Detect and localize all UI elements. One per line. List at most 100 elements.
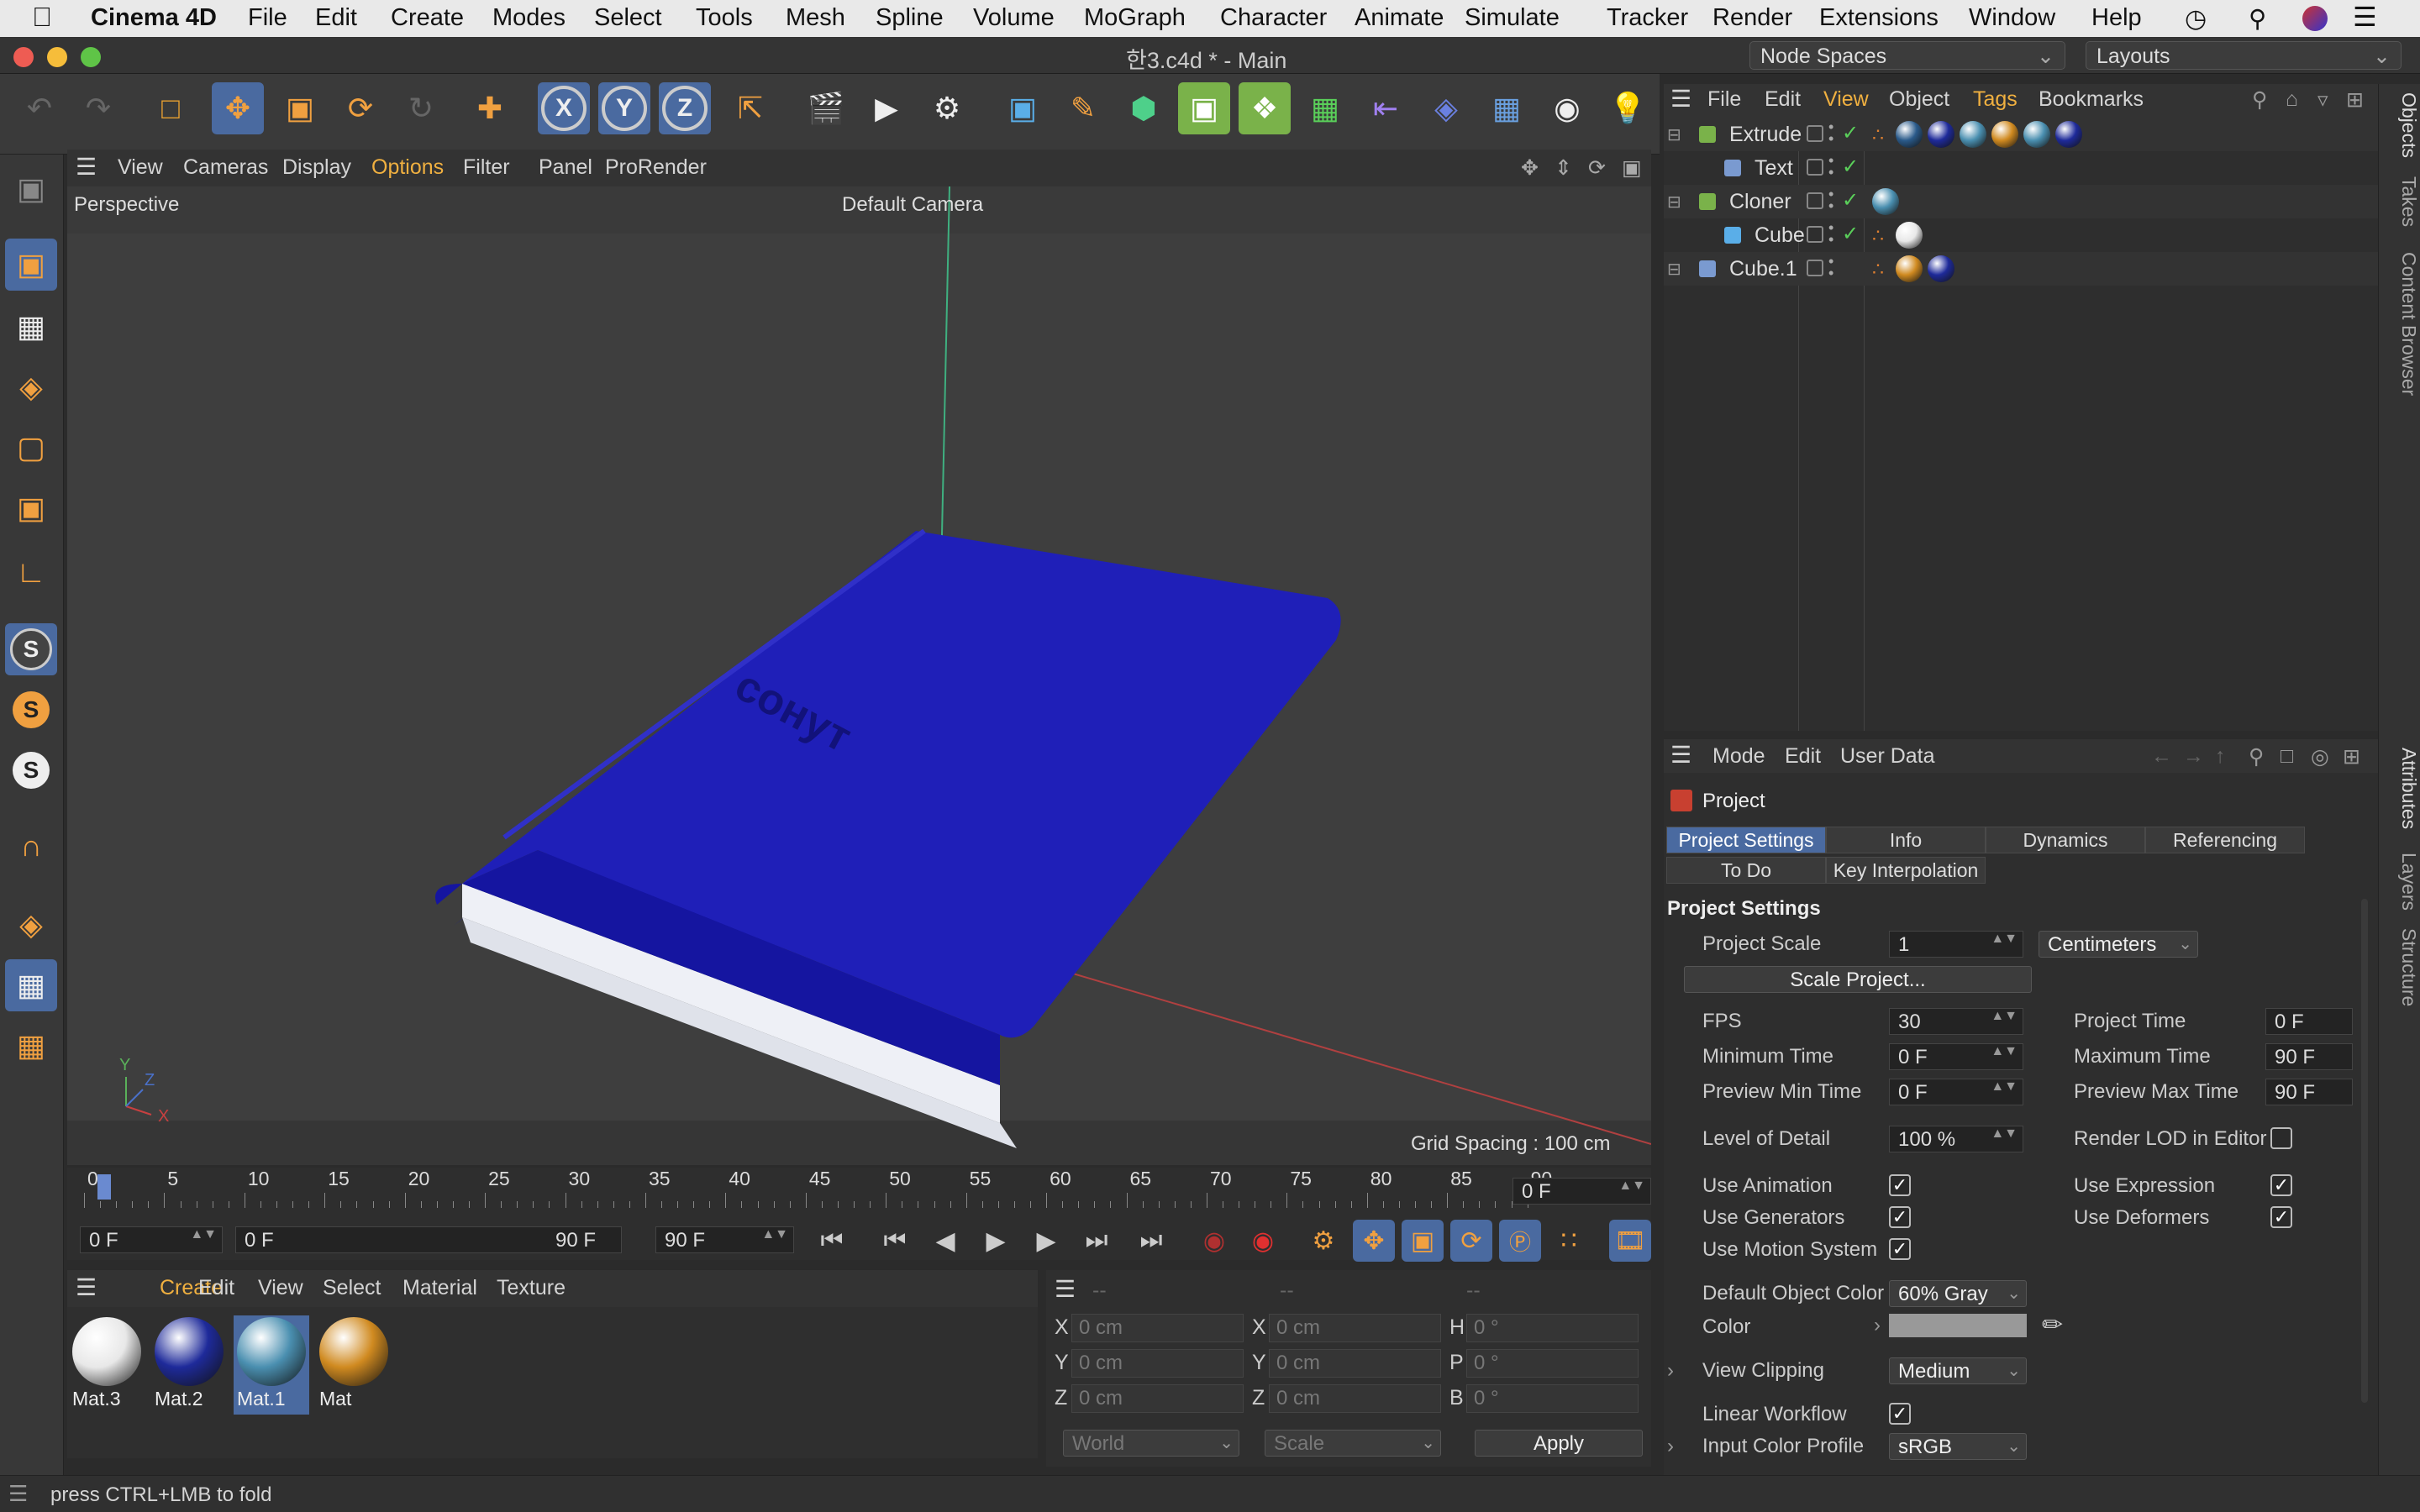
- material-tag-icon[interactable]: [1928, 121, 1954, 148]
- material-tag-icon[interactable]: [1896, 222, 1923, 249]
- light-icon[interactable]: 💡: [1602, 82, 1654, 134]
- new-window-icon[interactable]: ⊞: [2346, 87, 2364, 113]
- visibility-dots-icon[interactable]: • •: [1828, 119, 1833, 146]
- camera-label[interactable]: Default Camera: [842, 193, 983, 217]
- tab-layers[interactable]: Layers: [2381, 853, 2420, 911]
- redo-icon[interactable]: ↷: [72, 82, 124, 134]
- attr-menu-mode[interactable]: Mode: [1712, 744, 1765, 769]
- chevron-right-icon[interactable]: ›: [1874, 1314, 1881, 1337]
- menu-tools[interactable]: Tools: [696, 4, 753, 32]
- menu-select[interactable]: Select: [594, 4, 662, 32]
- edit-mode-icon[interactable]: [1807, 125, 1823, 142]
- tab-referencing[interactable]: Referencing: [2145, 827, 2305, 853]
- viewport-menu-filter[interactable]: Filter: [463, 155, 510, 180]
- next-frame-icon[interactable]: ▶: [1025, 1220, 1067, 1262]
- menu-character[interactable]: Character: [1220, 4, 1327, 32]
- menu-animate[interactable]: Animate: [1355, 4, 1444, 32]
- use-generators-checkbox[interactable]: ✓: [1889, 1206, 1911, 1228]
- points-mode-icon[interactable]: ◈: [5, 361, 57, 413]
- enabled-check-icon[interactable]: ✓: [1842, 121, 1859, 145]
- use-expression-checkbox[interactable]: ✓: [2270, 1174, 2292, 1196]
- material-tag-icon[interactable]: [1960, 121, 1986, 148]
- tab-project-settings[interactable]: Project Settings: [1666, 827, 1826, 853]
- autokey-icon[interactable]: ◉: [1242, 1220, 1284, 1262]
- material-menu-material[interactable]: Material: [402, 1276, 477, 1300]
- hamburger-icon[interactable]: ☰: [76, 1273, 97, 1301]
- material-thumbnail[interactable]: Mat.1: [234, 1315, 309, 1415]
- coord-value-field[interactable]: 0 cm: [1269, 1384, 1441, 1413]
- forward-icon[interactable]: →: [2183, 744, 2204, 769]
- edges-mode-icon[interactable]: ▢: [5, 422, 57, 474]
- viewport-menu-panel[interactable]: Panel: [539, 155, 592, 180]
- project-scale-field[interactable]: 1 ▲▼: [1889, 931, 2023, 958]
- material-tag-icon[interactable]: [2055, 121, 2082, 148]
- use-deformers-checkbox[interactable]: ✓: [2270, 1206, 2292, 1228]
- generator-icon[interactable]: ▣: [1178, 82, 1230, 134]
- color-swatch[interactable]: [1889, 1314, 2027, 1337]
- viewport-menu-options[interactable]: Options: [371, 155, 444, 180]
- material-tag-icon[interactable]: [1928, 255, 1954, 282]
- start-frame-field[interactable]: 0 F ▲▼: [80, 1226, 223, 1253]
- goto-end-icon[interactable]: ⏭: [1130, 1220, 1172, 1262]
- layouts-dropdown[interactable]: Layouts ⌄: [2086, 41, 2402, 70]
- menu-file[interactable]: File: [248, 4, 287, 32]
- render-settings-icon[interactable]: ⚙: [921, 82, 973, 134]
- key-parameter-icon[interactable]: Ⓟ: [1499, 1220, 1541, 1262]
- use-animation-checkbox[interactable]: ✓: [1889, 1174, 1911, 1196]
- object-name[interactable]: Cube.1: [1729, 257, 1797, 281]
- menu-simulate[interactable]: Simulate: [1465, 4, 1560, 32]
- hamburger-icon[interactable]: ☰: [76, 153, 97, 181]
- subdivision-icon[interactable]: ⬢: [1118, 82, 1170, 134]
- toggle-view-icon[interactable]: ▣: [1622, 155, 1642, 181]
- fold-icon[interactable]: ⊟: [1667, 124, 1681, 145]
- object-menu-bookmarks[interactable]: Bookmarks: [2039, 87, 2144, 112]
- snap-icon[interactable]: S: [5, 623, 57, 675]
- snap-settings-icon[interactable]: S: [5, 684, 57, 736]
- preview-min-field[interactable]: 0 F ▲▼: [1889, 1079, 2023, 1105]
- live-selection-icon[interactable]: □: [145, 82, 197, 134]
- move-tool-icon[interactable]: ✥: [212, 82, 264, 134]
- menu-window[interactable]: Window: [1969, 4, 2055, 32]
- fold-icon[interactable]: ⊟: [1667, 192, 1681, 213]
- search-icon[interactable]: ⚲: [2252, 87, 2267, 113]
- material-menu-select[interactable]: Select: [323, 1276, 381, 1300]
- magnet-icon[interactable]: ∩: [5, 820, 57, 872]
- scale-tool-icon[interactable]: ▣: [274, 82, 326, 134]
- object-row[interactable]: Text • • ✓: [1664, 151, 2378, 185]
- render-picture-viewer-icon[interactable]: ▶: [860, 82, 913, 134]
- coord-value-field[interactable]: 0 °: [1466, 1384, 1639, 1413]
- rotate-view-icon[interactable]: ⟳: [1588, 155, 1606, 181]
- hamburger-icon[interactable]: ☰: [8, 1481, 28, 1507]
- zoom-window-button[interactable]: [81, 47, 101, 67]
- view-clipping-dropdown[interactable]: Medium ⌄: [1889, 1357, 2027, 1384]
- material-thumbnail[interactable]: Mat: [316, 1315, 392, 1415]
- menu-tracker[interactable]: Tracker: [1607, 4, 1688, 32]
- object-name[interactable]: Cloner: [1729, 190, 1791, 214]
- control-center-icon[interactable]: ☰: [2353, 1, 2377, 33]
- material-menu-view[interactable]: View: [258, 1276, 303, 1300]
- coord-value-field[interactable]: 0 °: [1466, 1349, 1639, 1378]
- material-thumbnail[interactable]: Mat.2: [151, 1315, 227, 1415]
- fps-field[interactable]: 30 ▲▼: [1889, 1008, 2023, 1035]
- object-row[interactable]: ⊟ Extrude • • ✓ ∴: [1664, 118, 2378, 151]
- object-row[interactable]: ⊟ Cube.1 • • ∴: [1664, 252, 2378, 286]
- edit-mode-icon[interactable]: [1807, 159, 1823, 176]
- play-icon[interactable]: ▶: [975, 1220, 1017, 1262]
- prev-frame-icon[interactable]: ◀: [924, 1220, 966, 1262]
- texture-mode-icon[interactable]: ▦: [5, 301, 57, 353]
- app-name-menu[interactable]: Cinema 4D: [91, 4, 217, 32]
- lod-field[interactable]: 100 % ▲▼: [1889, 1126, 2023, 1152]
- edit-mode-icon[interactable]: [1807, 260, 1823, 276]
- attr-menu-edit[interactable]: Edit: [1785, 744, 1821, 769]
- pen-icon[interactable]: ✎: [1057, 82, 1109, 134]
- menu-edit[interactable]: Edit: [315, 4, 357, 32]
- tab-info[interactable]: Info: [1826, 827, 1986, 853]
- viewport-menu-view[interactable]: View: [118, 155, 163, 180]
- preview-range-slider[interactable]: 0 F 90 F: [235, 1226, 622, 1253]
- menu-mesh[interactable]: Mesh: [786, 4, 845, 32]
- tab-objects[interactable]: Objects: [2381, 92, 2420, 158]
- coord-value-field[interactable]: 0 cm: [1071, 1314, 1244, 1342]
- psr-icon[interactable]: ↻: [395, 82, 447, 134]
- end-frame-field[interactable]: 90 F ▲▼: [655, 1226, 794, 1253]
- new-window-icon[interactable]: ⊞: [2343, 744, 2360, 769]
